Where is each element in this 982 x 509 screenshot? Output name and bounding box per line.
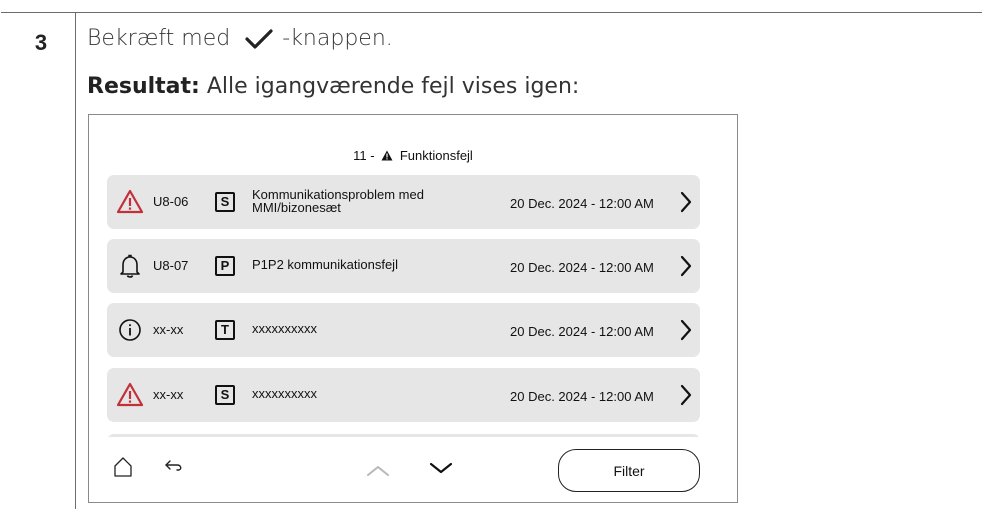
chevron-right-icon	[680, 191, 692, 213]
table-cell-left-border	[0, 12, 1, 509]
back-icon[interactable]	[163, 458, 185, 476]
result-label: Resultat:	[87, 74, 200, 99]
instruction-text-after: -knappen.	[282, 26, 393, 51]
scroll-up-icon[interactable]	[365, 463, 391, 477]
info-circle-icon	[119, 319, 141, 341]
checkmark-icon	[245, 28, 273, 49]
fault-code: xx-xx	[153, 322, 184, 337]
warning-small-icon	[381, 150, 393, 161]
fault-code: xx-xx	[153, 387, 184, 402]
device-screen: 11 - Funktionsfejl U8-06 S Kommunikation…	[88, 114, 738, 503]
warning-triangle-icon	[116, 382, 144, 407]
fault-description: xxxxxxxxxx	[252, 386, 317, 401]
table-column-divider	[75, 12, 76, 509]
fault-row[interactable]: U8-07 P P1P2 kommunikationsfejl 20 Dec. …	[107, 239, 700, 293]
instruction-text-before: Bekræft med	[87, 26, 231, 51]
home-icon[interactable]	[113, 456, 133, 478]
screen-title-text: Funktionsfejl	[399, 148, 473, 163]
fault-date: 20 Dec. 2024 - 12:00 AM	[510, 196, 654, 211]
step-number: 3	[34, 30, 48, 55]
fault-date: 20 Dec. 2024 - 12:00 AM	[510, 324, 654, 339]
screen-title-number: 11 -	[353, 148, 375, 163]
bell-icon	[120, 254, 140, 278]
fault-row[interactable]: xx-xx T xxxxxxxxxx 20 Dec. 2024 - 12:00 …	[107, 303, 700, 357]
result-text: Alle igangværende fejl vises igen:	[199, 74, 580, 99]
fault-type-tag: T	[215, 320, 235, 340]
screen-title: 11 - Funktionsfejl	[89, 148, 737, 163]
fault-code: U8-06	[153, 194, 189, 209]
fault-type-tag: P	[215, 256, 235, 276]
warning-triangle-icon	[116, 189, 144, 214]
result-line: Resultat: Alle igangværende fejl vises i…	[87, 74, 579, 99]
fault-description: Kommunikationsproblem med MMI/bizonesæt	[252, 187, 424, 215]
fault-code: U8-07	[153, 258, 189, 273]
table-top-border	[0, 12, 982, 13]
chevron-right-icon	[680, 319, 692, 341]
fault-description: P1P2 kommunikationsfejl	[252, 257, 398, 272]
fault-description: xxxxxxxxxx	[252, 321, 317, 336]
fault-date: 20 Dec. 2024 - 12:00 AM	[510, 389, 654, 404]
chevron-right-icon	[680, 255, 692, 277]
step-instruction: Bekræft med -knappen.	[87, 26, 393, 51]
fault-date: 20 Dec. 2024 - 12:00 AM	[510, 260, 654, 275]
filter-button[interactable]: Filter	[558, 449, 700, 492]
fault-row[interactable]: U8-06 S Kommunikationsproblem med MMI/bi…	[107, 175, 700, 229]
chevron-right-icon	[680, 384, 692, 406]
fault-type-tag: S	[215, 385, 235, 405]
fault-row[interactable]: xx-xx S xxxxxxxxxx 20 Dec. 2024 - 12:00 …	[107, 368, 700, 422]
scroll-down-icon[interactable]	[428, 461, 454, 475]
fault-type-tag: S	[215, 192, 235, 212]
